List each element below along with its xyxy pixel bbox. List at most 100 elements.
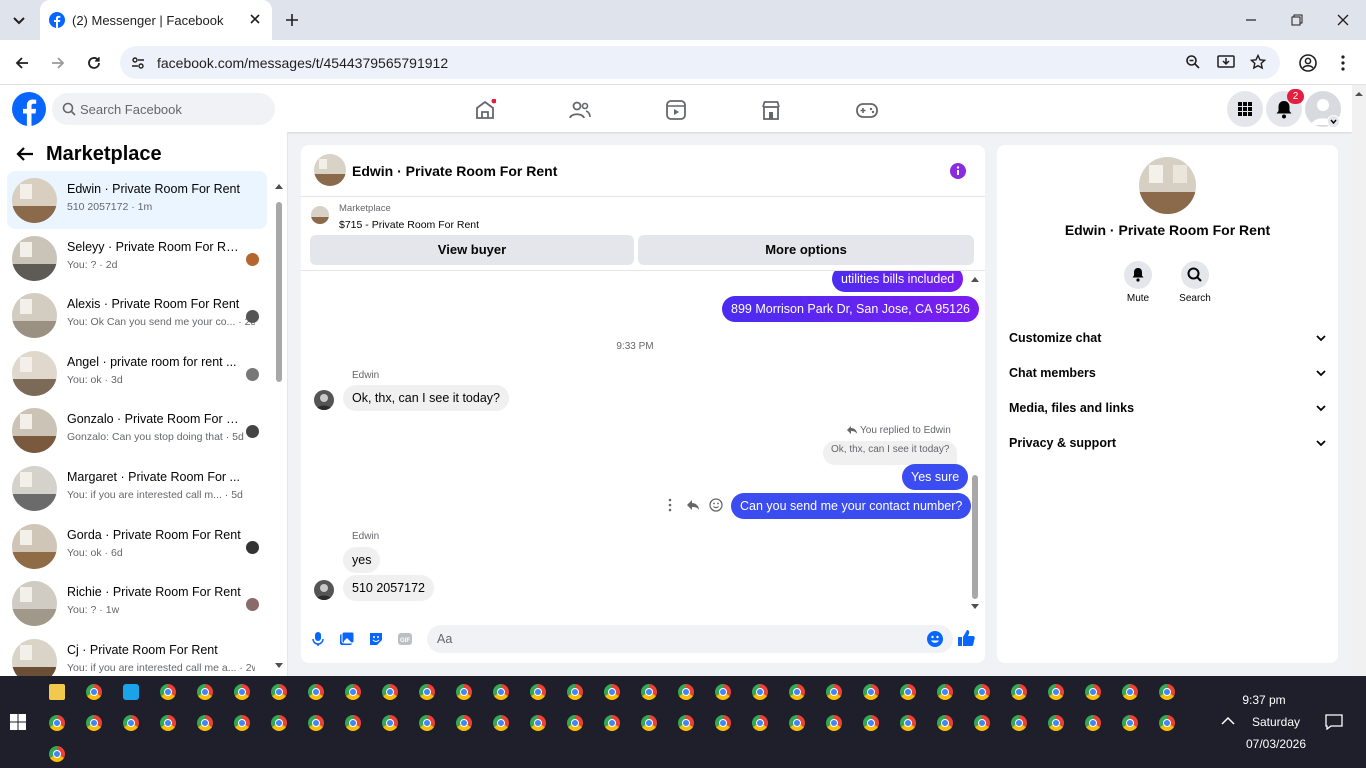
chrome-icon[interactable] <box>1122 684 1138 700</box>
zoom-icon[interactable] <box>1185 54 1201 70</box>
chrome-icon[interactable] <box>197 715 213 731</box>
privacy-support-section[interactable]: Privacy & support <box>1009 436 1327 450</box>
search-conversation-button[interactable] <box>1181 261 1209 289</box>
restore-icon[interactable] <box>1290 13 1304 27</box>
forward-icon[interactable] <box>50 55 66 71</box>
chrome-icon[interactable] <box>1048 684 1064 700</box>
tab-close-icon[interactable] <box>248 12 262 26</box>
chrome-icon[interactable] <box>789 684 805 700</box>
chrome-icon[interactable] <box>1159 715 1175 731</box>
photo-icon[interactable] <box>339 631 355 647</box>
chrome-icon[interactable] <box>1122 715 1138 731</box>
chrome-icon[interactable] <box>530 684 546 700</box>
chrome-icon[interactable] <box>1085 684 1101 700</box>
incoming-message[interactable]: Ok, thx, can I see it today? <box>343 385 509 411</box>
chrome-icon[interactable] <box>974 715 990 731</box>
mute-button[interactable] <box>1124 261 1152 289</box>
chrome-icon[interactable] <box>1011 684 1027 700</box>
conversation-item[interactable]: Gonzalo · Private Room For Rent Gonzalo: … <box>7 401 267 459</box>
conversation-info-icon[interactable] <box>950 163 966 179</box>
minimize-icon[interactable] <box>1244 13 1258 27</box>
chrome-icon[interactable] <box>678 715 694 731</box>
page-scrollbar[interactable] <box>1352 85 1366 676</box>
chrome-icon[interactable] <box>863 715 879 731</box>
chrome-icon[interactable] <box>752 684 768 700</box>
chrome-icon[interactable] <box>1048 715 1064 731</box>
conversation-item[interactable]: Richie · Private Room For Rent You: ? · 1… <box>7 574 267 632</box>
thread-scroll-thumb[interactable] <box>972 475 978 599</box>
chrome-icon[interactable] <box>678 684 694 700</box>
chrome-icon[interactable] <box>715 715 731 731</box>
tray-chevron-up-icon[interactable] <box>1221 716 1235 726</box>
site-info-icon[interactable] <box>130 55 146 71</box>
chrome-icon[interactable] <box>974 684 990 700</box>
menu-grid-button[interactable] <box>1227 91 1263 127</box>
chrome-icon[interactable] <box>419 715 435 731</box>
chrome-icon[interactable] <box>1085 715 1101 731</box>
facebook-search-input[interactable]: Search Facebook <box>52 93 275 125</box>
chrome-icon[interactable] <box>937 715 953 731</box>
browser-tab[interactable]: (2) Messenger | Facebook <box>40 0 272 40</box>
sender-avatar[interactable] <box>314 580 334 600</box>
like-thumb-icon[interactable] <box>957 629 975 647</box>
chrome-icon[interactable] <box>419 684 435 700</box>
chrome-icon[interactable] <box>345 684 361 700</box>
chrome-icon[interactable] <box>900 684 916 700</box>
chrome-icon[interactable] <box>863 684 879 700</box>
message-more-icon[interactable] <box>667 498 673 512</box>
outgoing-message[interactable]: Can you send me your contact number? <box>731 493 972 519</box>
sidebar-scroll-thumb[interactable] <box>276 202 282 382</box>
microphone-icon[interactable] <box>311 631 325 647</box>
window-close-icon[interactable] <box>1336 13 1350 27</box>
conversation-item[interactable]: Gorda · Private Room For Rent You: ok · 6… <box>7 517 267 575</box>
chrome-icon[interactable] <box>604 684 620 700</box>
listing-thumbnail[interactable] <box>311 206 329 224</box>
chrome-icon[interactable] <box>604 715 620 731</box>
sender-avatar[interactable] <box>314 390 334 410</box>
conversation-item[interactable]: Seleyy · Private Room For Rent You: ? · 2… <box>7 229 267 287</box>
chrome-icon[interactable] <box>493 715 509 731</box>
chat-title[interactable]: Edwin · Private Room For Rent <box>352 163 557 179</box>
chrome-icon[interactable] <box>900 715 916 731</box>
chat-avatar[interactable] <box>314 154 346 186</box>
contact-avatar[interactable] <box>1139 157 1196 214</box>
chrome-icon[interactable] <box>197 684 213 700</box>
outgoing-message[interactable]: Yes sure <box>902 464 969 490</box>
chrome-icon[interactable] <box>530 715 546 731</box>
friends-icon[interactable] <box>568 99 592 121</box>
notification-center-icon[interactable] <box>1325 714 1343 730</box>
customize-chat-section[interactable]: Customize chat <box>1009 331 1327 345</box>
menu-dots-icon[interactable] <box>1340 54 1346 72</box>
gif-icon[interactable]: GIF <box>397 631 413 647</box>
chrome-icon[interactable] <box>456 715 472 731</box>
chrome-icon[interactable] <box>567 684 583 700</box>
chrome-icon[interactable] <box>86 684 102 700</box>
chrome-icon[interactable] <box>86 715 102 731</box>
new-tab-icon[interactable] <box>284 12 300 28</box>
facebook-logo-icon[interactable] <box>12 92 46 126</box>
video-icon[interactable] <box>665 99 687 121</box>
chrome-icon[interactable] <box>49 746 65 762</box>
chrome-icon[interactable] <box>1011 715 1027 731</box>
conversation-item[interactable]: Margaret · Private Room For ... You: if y… <box>7 459 267 517</box>
app-icon[interactable] <box>123 684 139 700</box>
chrome-icon[interactable] <box>234 684 250 700</box>
clock-day[interactable]: Saturday <box>1236 715 1316 729</box>
message-react-icon[interactable] <box>709 498 723 512</box>
listing-title[interactable]: $715 - Private Room For Rent <box>339 219 479 231</box>
chrome-icon[interactable] <box>493 684 509 700</box>
sticker-icon[interactable] <box>368 631 384 647</box>
chrome-icon[interactable] <box>937 684 953 700</box>
view-buyer-button[interactable]: View buyer <box>310 235 634 265</box>
home-icon[interactable] <box>474 99 496 121</box>
outgoing-message[interactable]: utilities bills included <box>832 271 964 292</box>
chrome-icon[interactable] <box>271 684 287 700</box>
install-app-icon[interactable] <box>1217 54 1235 70</box>
chrome-icon[interactable] <box>382 715 398 731</box>
conversation-item[interactable]: Angel · private room for rent ... You: ok… <box>7 344 267 402</box>
conversation-item[interactable]: Edwin · Private Room For Rent 510 2057172… <box>7 171 267 229</box>
chrome-icon[interactable] <box>271 715 287 731</box>
chrome-icon[interactable] <box>308 715 324 731</box>
chrome-icon[interactable] <box>123 715 139 731</box>
conversation-item[interactable]: Cj · Private Room For Rent You: if you ar… <box>7 632 267 676</box>
